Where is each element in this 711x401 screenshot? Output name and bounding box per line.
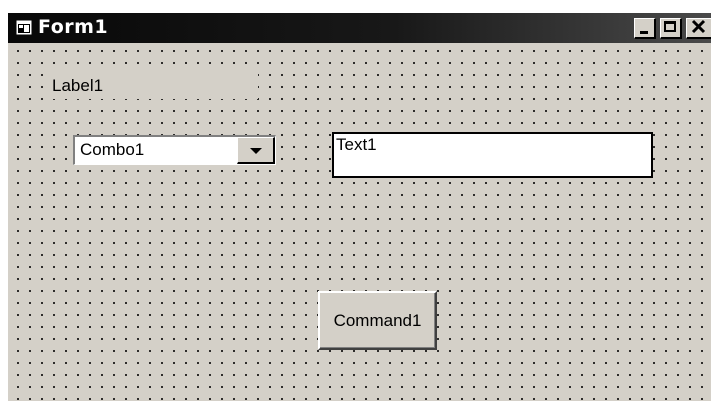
combo1-value: Combo1 xyxy=(80,140,145,159)
combo-dropdown-button[interactable] xyxy=(237,137,275,164)
dropdown-arrow-icon xyxy=(250,148,262,154)
combo1-combobox[interactable]: Combo1 xyxy=(73,135,276,165)
maximize-icon xyxy=(664,21,676,32)
minimize-icon xyxy=(640,31,648,34)
close-icon xyxy=(691,19,707,39)
minimize-button[interactable] xyxy=(634,18,656,39)
text1-value: Text1 xyxy=(336,135,377,154)
maximize-button[interactable] xyxy=(660,18,682,39)
window-title: Form1 xyxy=(38,16,109,38)
close-button[interactable] xyxy=(686,18,711,39)
form-window: Form1 Label1 Combo1 Text1 Command1 xyxy=(6,11,711,401)
text1-textbox[interactable]: Text1 xyxy=(332,132,653,178)
command1-button[interactable]: Command1 xyxy=(318,291,437,350)
form-icon xyxy=(16,20,32,36)
form-design-surface[interactable]: Label1 Combo1 Text1 Command1 xyxy=(8,43,711,401)
title-bar[interactable]: Form1 xyxy=(8,13,711,43)
label1: Label1 xyxy=(48,73,258,99)
